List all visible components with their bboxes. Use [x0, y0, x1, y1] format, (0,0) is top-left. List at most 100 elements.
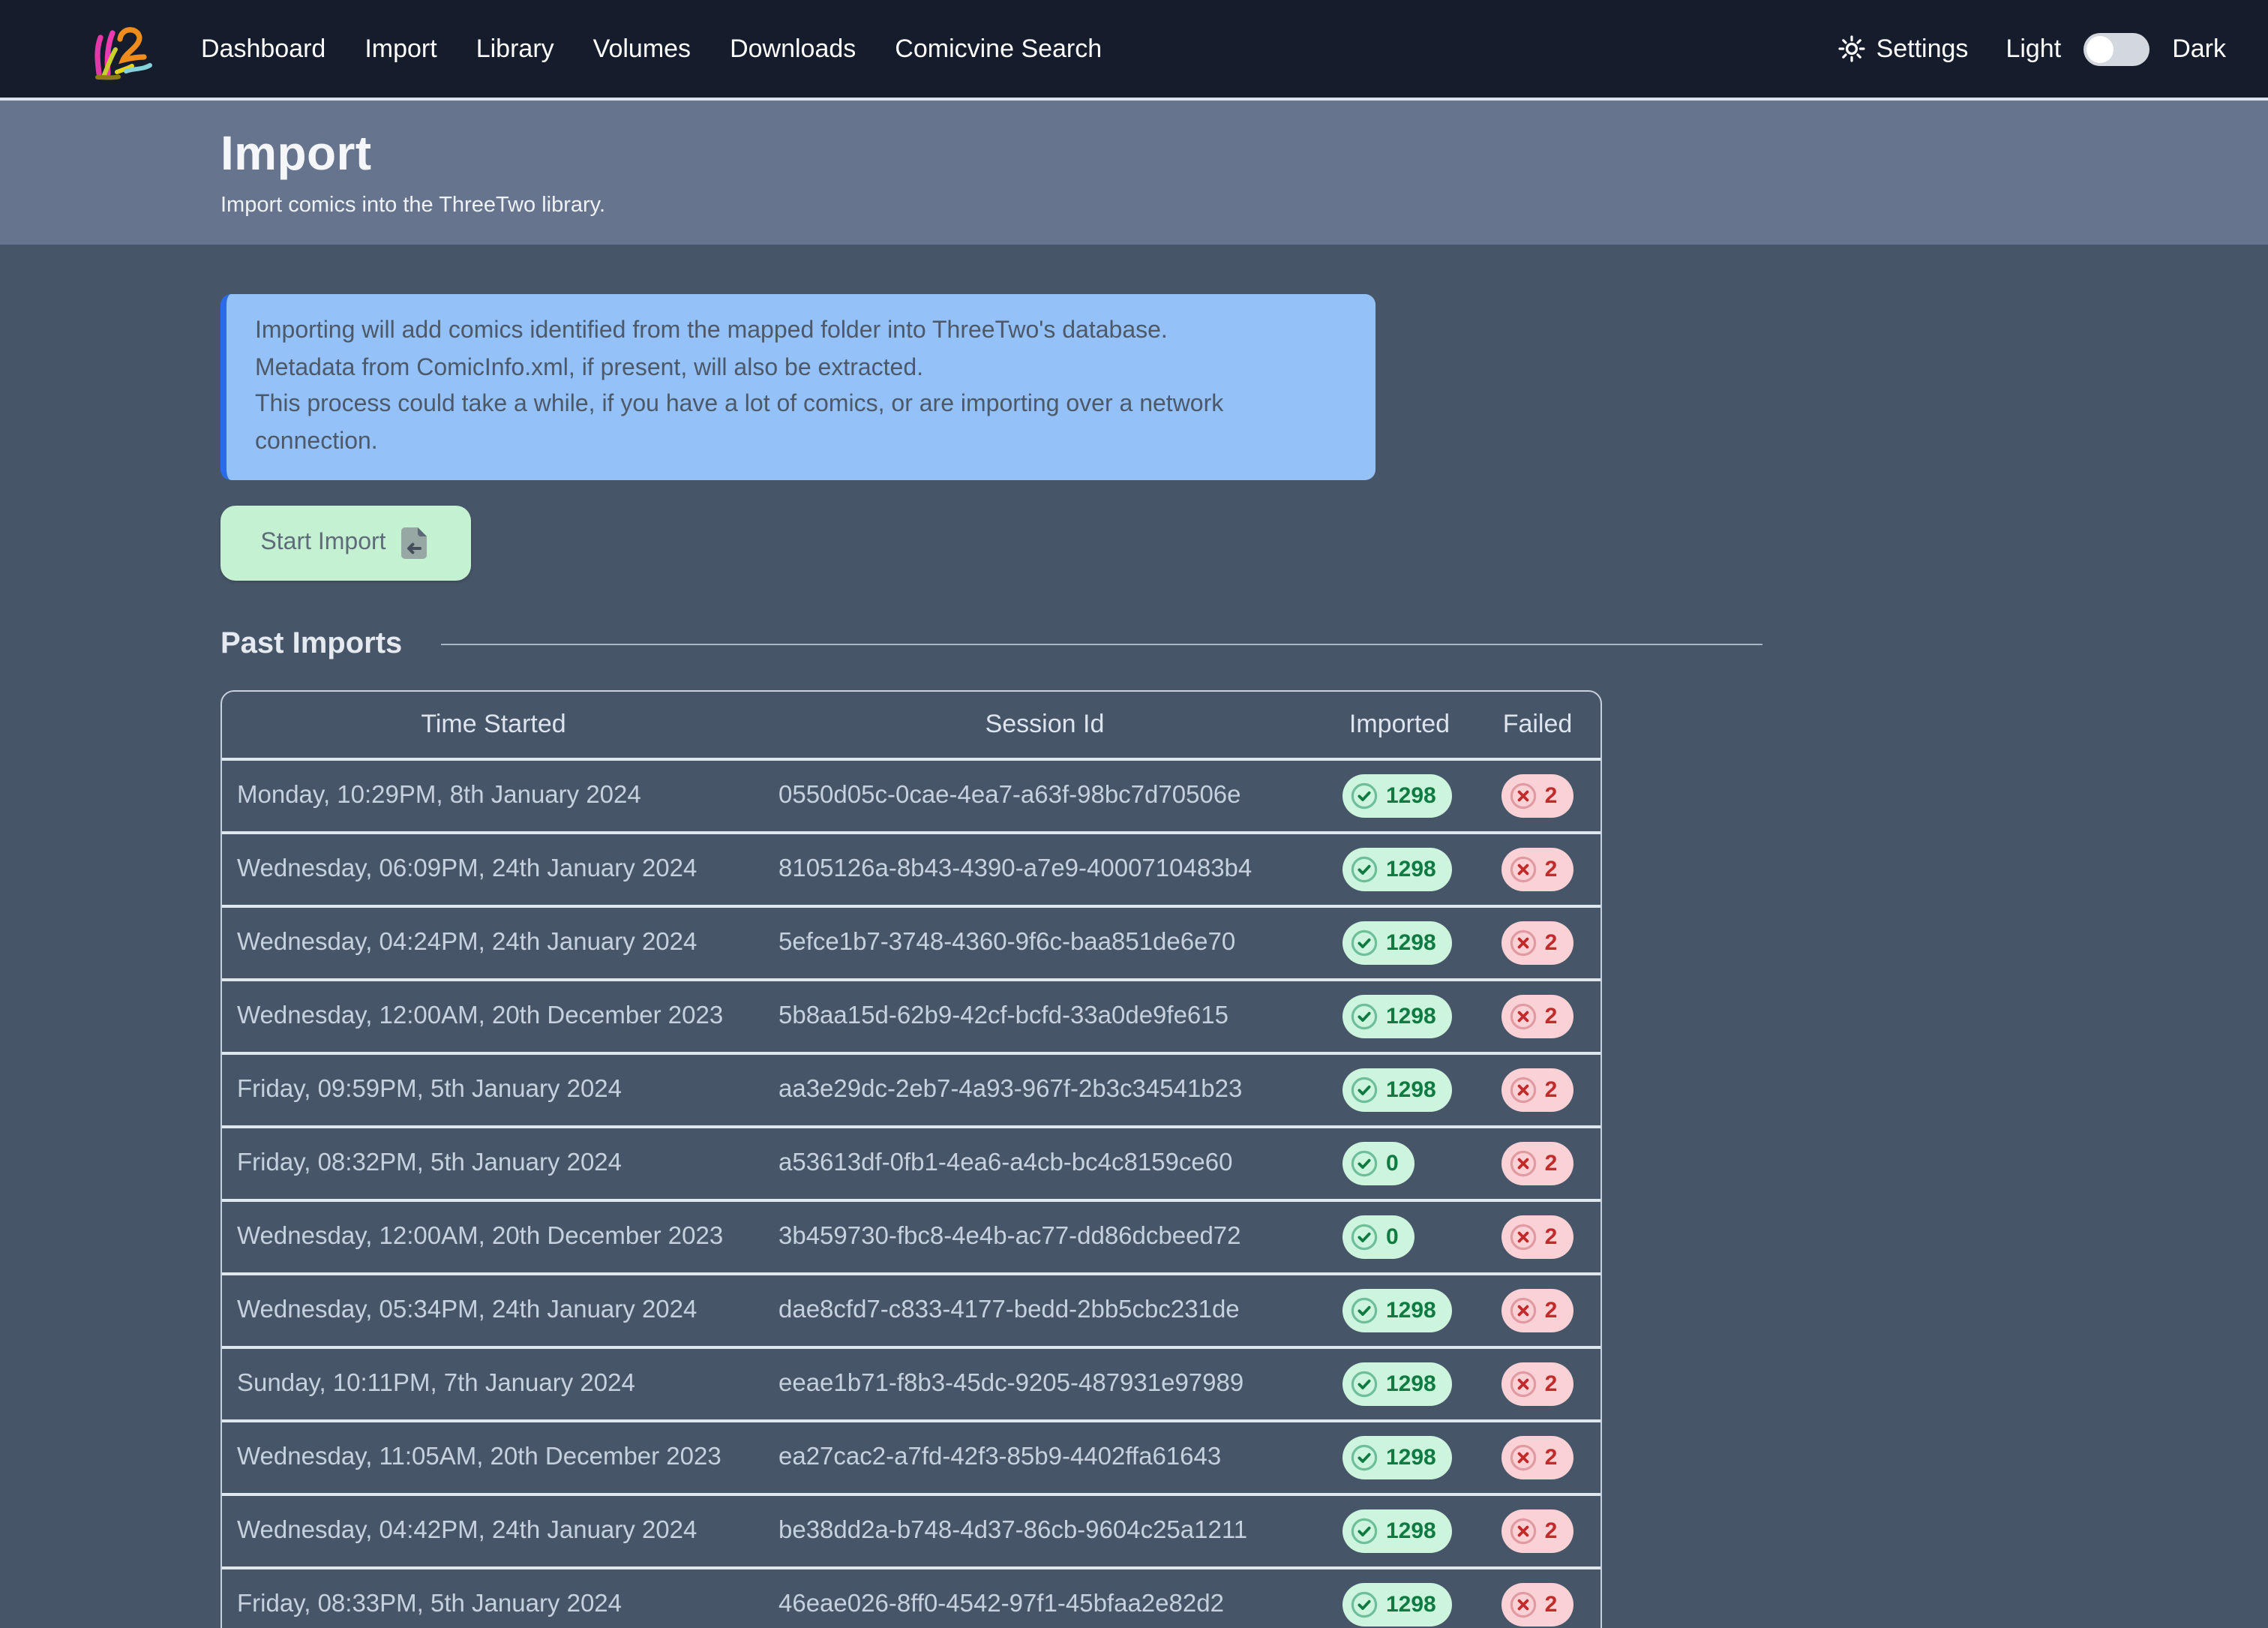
- past-imports-heading: Past Imports: [220, 627, 402, 662]
- failed-badge: 2: [1502, 1362, 1574, 1406]
- start-import-button[interactable]: Start Import: [220, 506, 471, 581]
- check-circle-icon: [1350, 1149, 1378, 1178]
- cell-failed: 2: [1474, 1055, 1600, 1128]
- imported-badge: 1298: [1342, 1068, 1453, 1112]
- table-row: Wednesday, 05:34PM, 24th January 2024 da…: [222, 1275, 1600, 1349]
- cell-failed: 2: [1474, 1569, 1600, 1628]
- failed-badge: 2: [1502, 774, 1574, 818]
- check-circle-icon: [1350, 929, 1378, 957]
- table-row: Friday, 08:33PM, 5th January 2024 46eae0…: [222, 1569, 1600, 1628]
- imports-table-body: Monday, 10:29PM, 8th January 2024 0550d0…: [222, 761, 1600, 1628]
- check-circle-icon: [1350, 1076, 1378, 1104]
- past-imports-divider: [441, 644, 1762, 646]
- cell-failed: 2: [1474, 908, 1600, 981]
- cell-time-started: Friday, 08:33PM, 5th January 2024: [222, 1569, 765, 1628]
- x-circle-icon: [1509, 855, 1538, 884]
- nav-links: Dashboard Import Library Volumes Downloa…: [201, 0, 1102, 99]
- cell-imported: 1298: [1324, 981, 1474, 1055]
- table-header-row: Time Started Session Id Imported Failed: [222, 692, 1600, 761]
- theme-light-label: Light: [2006, 34, 2061, 64]
- cell-time-started: Wednesday, 04:24PM, 24th January 2024: [222, 908, 765, 981]
- cell-time-started: Monday, 10:29PM, 8th January 2024: [222, 761, 765, 834]
- check-circle-icon: [1350, 1296, 1378, 1325]
- cell-time-started: Friday, 09:59PM, 5th January 2024: [222, 1055, 765, 1128]
- import-info-banner: Importing will add comics identified fro…: [220, 294, 1376, 480]
- nav-item-library[interactable]: Library: [476, 0, 554, 99]
- cell-imported: 1298: [1324, 1275, 1474, 1349]
- x-circle-icon: [1509, 1517, 1538, 1545]
- imported-badge: 0: [1342, 1215, 1415, 1259]
- cell-session-id: aa3e29dc-2eb7-4a93-967f-2b3c34541b23: [765, 1055, 1324, 1128]
- cell-session-id: ea27cac2-a7fd-42f3-85b9-4402ffa61643: [765, 1422, 1324, 1496]
- check-circle-icon: [1350, 1590, 1378, 1619]
- file-import-icon: [398, 525, 431, 561]
- nav-item-volumes[interactable]: Volumes: [593, 0, 691, 99]
- failed-badge: 2: [1502, 1142, 1574, 1185]
- cell-imported: 1298: [1324, 761, 1474, 834]
- x-circle-icon: [1509, 782, 1538, 810]
- table-row: Wednesday, 11:05AM, 20th December 2023 e…: [222, 1422, 1600, 1496]
- imported-badge: 0: [1342, 1142, 1415, 1185]
- imported-badge: 1298: [1342, 774, 1453, 818]
- x-circle-icon: [1509, 1370, 1538, 1398]
- cell-session-id: 46eae026-8ff0-4542-97f1-45bfaa2e82d2: [765, 1569, 1324, 1628]
- column-header-failed: Failed: [1474, 692, 1600, 761]
- x-circle-icon: [1509, 1002, 1538, 1031]
- check-circle-icon: [1350, 1443, 1378, 1472]
- cell-failed: 2: [1474, 1128, 1600, 1202]
- table-row: Wednesday, 06:09PM, 24th January 2024 81…: [222, 834, 1600, 908]
- settings-label: Settings: [1876, 34, 1969, 64]
- navbar: Dashboard Import Library Volumes Downloa…: [0, 0, 2268, 101]
- cell-session-id: 5efce1b7-3748-4360-9f6c-baa851de6e70: [765, 908, 1324, 981]
- check-circle-icon: [1350, 1370, 1378, 1398]
- cell-failed: 2: [1474, 981, 1600, 1055]
- cell-imported: 0: [1324, 1202, 1474, 1275]
- column-header-session-id: Session Id: [765, 692, 1324, 761]
- cell-failed: 2: [1474, 1202, 1600, 1275]
- column-header-imported: Imported: [1324, 692, 1474, 761]
- nav-item-downloads[interactable]: Downloads: [730, 0, 856, 99]
- check-circle-icon: [1350, 1223, 1378, 1251]
- cell-failed: 2: [1474, 1496, 1600, 1569]
- cell-time-started: Sunday, 10:11PM, 7th January 2024: [222, 1349, 765, 1422]
- failed-badge: 2: [1502, 1289, 1574, 1332]
- imported-badge: 1298: [1342, 1362, 1453, 1406]
- imported-badge: 1298: [1342, 1436, 1453, 1479]
- failed-badge: 2: [1502, 1583, 1574, 1626]
- theme-dark-label: Dark: [2172, 34, 2226, 64]
- cell-time-started: Wednesday, 04:42PM, 24th January 2024: [222, 1496, 765, 1569]
- nav-item-comicvine-search[interactable]: Comicvine Search: [895, 0, 1102, 99]
- cell-session-id: 5b8aa15d-62b9-42cf-bcfd-33a0de9fe615: [765, 981, 1324, 1055]
- column-header-time-started: Time Started: [222, 692, 765, 761]
- page-subtitle: Import comics into the ThreeTwo library.: [220, 194, 2268, 218]
- imported-badge: 1298: [1342, 995, 1453, 1038]
- nav-item-import[interactable]: Import: [364, 0, 436, 99]
- cell-session-id: 0550d05c-0cae-4ea7-a63f-98bc7d70506e: [765, 761, 1324, 834]
- cell-session-id: eeae1b71-f8b3-45dc-9205-487931e97989: [765, 1349, 1324, 1422]
- table-row: Wednesday, 04:42PM, 24th January 2024 be…: [222, 1496, 1600, 1569]
- cell-imported: 1298: [1324, 1569, 1474, 1628]
- cell-time-started: Wednesday, 12:00AM, 20th December 2023: [222, 981, 765, 1055]
- brand-logo[interactable]: [88, 17, 154, 80]
- check-circle-icon: [1350, 855, 1378, 884]
- hero-banner: Import Import comics into the ThreeTwo l…: [0, 101, 2268, 245]
- page-title: Import: [220, 126, 2268, 180]
- imported-badge: 1298: [1342, 848, 1453, 891]
- start-import-label: Start Import: [260, 530, 386, 557]
- cell-imported: 0: [1324, 1128, 1474, 1202]
- cell-time-started: Wednesday, 06:09PM, 24th January 2024: [222, 834, 765, 908]
- cell-imported: 1298: [1324, 1496, 1474, 1569]
- imported-badge: 1298: [1342, 921, 1453, 965]
- imported-badge: 1298: [1342, 1509, 1453, 1553]
- x-circle-icon: [1509, 1076, 1538, 1104]
- threetwo-logo-icon: [88, 17, 154, 80]
- cell-failed: 2: [1474, 1349, 1600, 1422]
- table-row: Wednesday, 12:00AM, 20th December 2023 5…: [222, 981, 1600, 1055]
- nav-item-dashboard[interactable]: Dashboard: [201, 0, 326, 99]
- cell-imported: 1298: [1324, 908, 1474, 981]
- navbar-right: Settings Light Dark: [1838, 32, 2226, 65]
- settings-button[interactable]: Settings: [1838, 34, 1969, 64]
- theme-toggle[interactable]: [2084, 32, 2150, 65]
- theme-toggle-knob: [2086, 35, 2114, 62]
- table-row: Sunday, 10:11PM, 7th January 2024 eeae1b…: [222, 1349, 1600, 1422]
